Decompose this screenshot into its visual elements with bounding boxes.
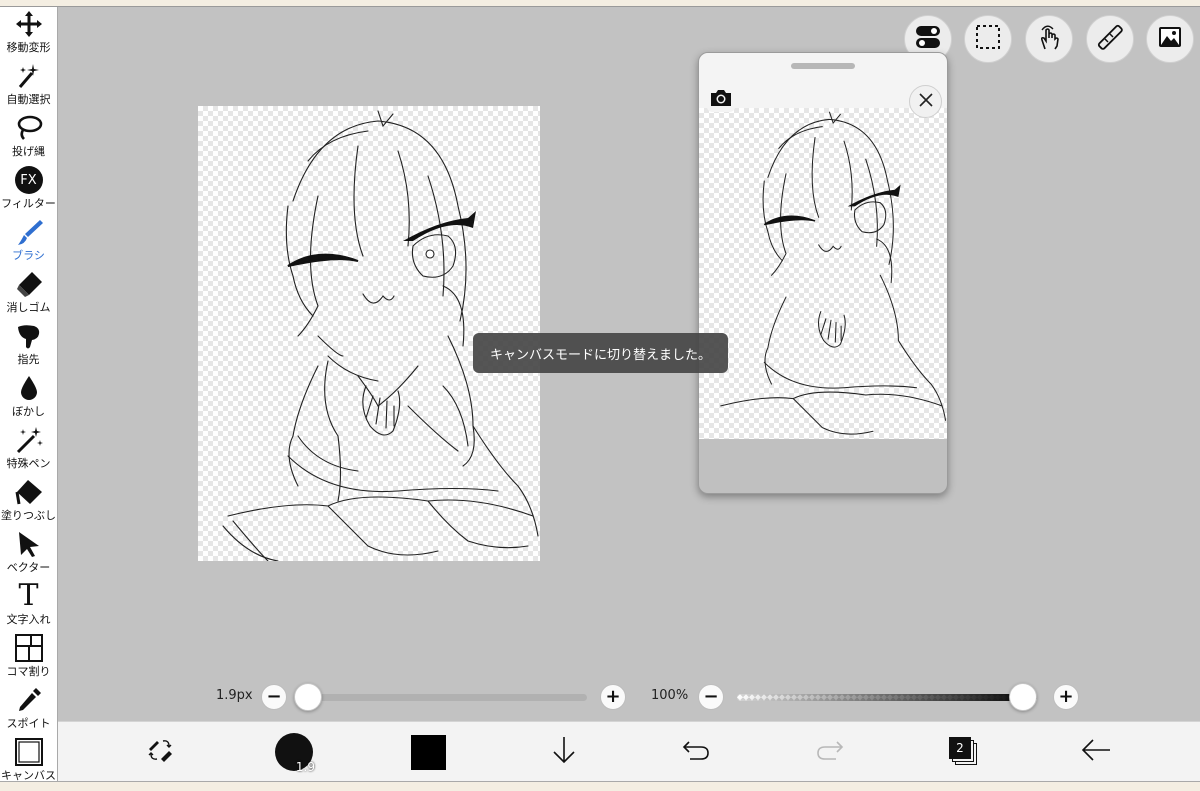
bottom-strip bbox=[0, 781, 1200, 791]
move-arrows-icon bbox=[14, 9, 44, 39]
tool-filter[interactable]: FX フィルター bbox=[0, 165, 57, 217]
brush-size-minus-button[interactable]: − bbox=[261, 684, 287, 710]
eyedropper-icon bbox=[14, 685, 44, 715]
toast-message: キャンバスモードに切り替えました。 bbox=[473, 333, 728, 373]
tool-label: コマ割り bbox=[6, 665, 51, 678]
canvas-icon bbox=[14, 737, 44, 767]
tool-label: 指先 bbox=[17, 353, 40, 366]
touch-gesture-icon bbox=[1036, 24, 1062, 54]
brush-size-dot: 1.9 bbox=[275, 733, 315, 774]
brush-size-plus-button[interactable]: + bbox=[600, 684, 626, 710]
undo-button[interactable] bbox=[676, 722, 716, 782]
layer-count: 2 bbox=[949, 737, 971, 759]
arrow-down-icon bbox=[551, 735, 577, 769]
tool-label: ベクター bbox=[6, 561, 51, 574]
lasso-icon bbox=[14, 113, 44, 143]
tool-lasso[interactable]: 投げ縄 bbox=[0, 113, 57, 165]
tool-label: 消しゴム bbox=[6, 301, 51, 314]
tool-fill[interactable]: 塗りつぶし bbox=[0, 477, 57, 529]
bottom-toolbar: 1.9 2 bbox=[58, 721, 1200, 781]
tool-eraser[interactable]: 消しゴム bbox=[0, 269, 57, 321]
brush-size-badge: 1.9 bbox=[295, 760, 315, 774]
tool-panel-divide[interactable]: コマ割り bbox=[0, 633, 57, 685]
paint-bucket-icon bbox=[14, 477, 44, 507]
tool-vector[interactable]: ベクター bbox=[0, 529, 57, 581]
image-button[interactable] bbox=[1146, 15, 1194, 63]
opacity-plus-button[interactable]: + bbox=[1053, 684, 1079, 710]
move-down-button[interactable] bbox=[544, 722, 584, 782]
layers-button[interactable]: 2 bbox=[942, 722, 986, 782]
top-status-strip bbox=[0, 0, 1200, 7]
opacity-minus-button[interactable]: − bbox=[698, 684, 724, 710]
layers-icon: 2 bbox=[949, 737, 979, 767]
tool-blur[interactable]: ぼかし bbox=[0, 373, 57, 425]
ruler-icon bbox=[1097, 24, 1123, 54]
panel-divide-icon bbox=[14, 633, 44, 663]
tool-move-transform[interactable]: 移動変形 bbox=[0, 9, 57, 61]
tool-text[interactable]: T 文字入れ bbox=[0, 581, 57, 633]
reference-sketch bbox=[720, 111, 947, 435]
color-swatch bbox=[410, 734, 446, 770]
opacity-label: 100% bbox=[651, 688, 689, 703]
brush-icon bbox=[14, 217, 44, 247]
brush-size-track[interactable] bbox=[296, 694, 587, 701]
tool-label: フィルター bbox=[1, 197, 56, 210]
finger-smudge-icon bbox=[14, 321, 44, 351]
brush-size-knob[interactable] bbox=[294, 683, 322, 711]
close-button[interactable] bbox=[909, 85, 942, 118]
redo-icon bbox=[815, 738, 845, 766]
back-button[interactable] bbox=[1076, 722, 1116, 782]
camera-icon bbox=[709, 88, 733, 112]
fx-icon: FX bbox=[14, 165, 44, 195]
tool-label: 移動変形 bbox=[6, 41, 51, 54]
tool-brush[interactable]: ブラシ bbox=[0, 217, 57, 269]
tool-label: 投げ縄 bbox=[12, 145, 45, 158]
tool-label: 文字入れ bbox=[6, 613, 51, 626]
text-icon: T bbox=[18, 578, 39, 613]
tool-auto-select[interactable]: 自動選択 bbox=[0, 61, 57, 113]
selection-icon bbox=[975, 24, 1001, 54]
tool-sidebar: 移動変形 自動選択 投げ縄 FX フィルター ブラシ 消しゴム 指先 ぼかし 特… bbox=[0, 7, 58, 782]
arrow-left-icon bbox=[1080, 738, 1112, 766]
brush-size-label: 1.9px bbox=[216, 688, 253, 703]
tool-special-pen[interactable]: 特殊ペン bbox=[0, 425, 57, 477]
brush-size-preview-button[interactable]: 1.9 bbox=[272, 722, 316, 782]
eraser-icon bbox=[14, 269, 44, 299]
toggle-icon bbox=[915, 24, 941, 54]
opacity-knob[interactable] bbox=[1009, 683, 1037, 711]
tool-label: 塗りつぶし bbox=[0, 509, 57, 522]
tool-eyedropper[interactable]: スポイト bbox=[0, 685, 57, 737]
tool-label: ぼかし bbox=[12, 405, 45, 418]
tool-label: 特殊ペン bbox=[6, 457, 51, 470]
undo-icon bbox=[681, 738, 711, 766]
pen-eraser-swap-icon bbox=[145, 735, 175, 769]
tool-finger[interactable]: 指先 bbox=[0, 321, 57, 373]
camera-button[interactable] bbox=[707, 88, 735, 112]
tool-label: 自動選択 bbox=[6, 93, 51, 106]
close-icon bbox=[918, 92, 934, 112]
opacity-track[interactable] bbox=[737, 694, 1037, 701]
drag-handle[interactable] bbox=[791, 63, 855, 69]
special-pen-icon bbox=[14, 425, 44, 455]
magic-wand-icon bbox=[14, 61, 44, 91]
selection-button[interactable] bbox=[964, 15, 1012, 63]
ruler-button[interactable] bbox=[1086, 15, 1134, 63]
reference-window[interactable] bbox=[698, 52, 948, 494]
blur-drop-icon bbox=[14, 373, 44, 403]
redo-button[interactable] bbox=[810, 722, 850, 782]
reference-image bbox=[699, 108, 947, 439]
vector-arrow-icon bbox=[14, 529, 44, 559]
pen-eraser-swap-button[interactable] bbox=[140, 722, 180, 782]
touch-gesture-button[interactable] bbox=[1025, 15, 1073, 63]
color-button[interactable] bbox=[408, 722, 448, 782]
tool-label: スポイト bbox=[6, 717, 51, 730]
tool-label: ブラシ bbox=[12, 249, 45, 262]
image-icon bbox=[1157, 24, 1183, 54]
